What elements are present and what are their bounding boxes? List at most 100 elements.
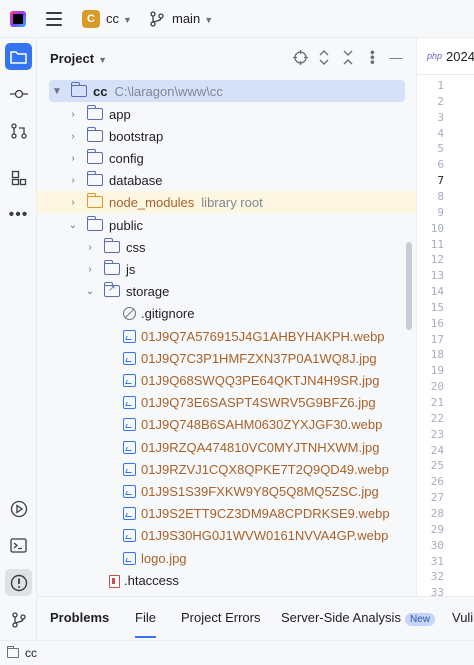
git-tool-button[interactable] — [5, 606, 32, 633]
chevron-right-icon[interactable]: › — [67, 153, 79, 164]
project-switcher[interactable]: cc ▼ — [106, 11, 132, 26]
folder-icon — [70, 82, 87, 97]
chevron-right-icon[interactable]: › — [84, 264, 96, 275]
list-item[interactable]: 01J9Q7A576915J4G1AHBYHAKPH.webp — [37, 325, 407, 347]
image-file-icon — [123, 506, 136, 520]
tree-label: 01J9S30HG0J1WVW0161NVVA4GP.webp — [141, 527, 389, 543]
editor-area: php 2024 1 2 3 4 5 6 7 8 9 10 11 12 13 14 15 16 17 18 19 20… — [416, 38, 474, 631]
tab-file[interactable]: File — [135, 610, 156, 638]
folder-icon — [86, 127, 103, 142]
tree-row-css[interactable]: › css — [37, 236, 407, 258]
tree-row-node-modules[interactable]: › node_modules library root — [37, 191, 416, 213]
chevron-right-icon[interactable]: › — [67, 131, 79, 142]
more-tools-button[interactable]: ••• — [5, 201, 32, 228]
structure-tool-button[interactable] — [5, 164, 32, 191]
tree-row-root[interactable]: ▼ cc C:\laragon\www\cc — [49, 80, 405, 102]
line-number: 17 — [430, 332, 444, 346]
list-item[interactable]: 01J9RZQA474810VC0MYJTNHXWM.jpg — [37, 436, 407, 458]
symlink-folder-icon — [103, 282, 120, 297]
line-number: 12 — [430, 253, 444, 267]
commit-tool-button[interactable] — [5, 80, 32, 107]
services-tool-button[interactable] — [5, 495, 32, 522]
project-name: cc — [106, 11, 119, 26]
expand-all-icon — [319, 49, 329, 65]
structure-icon — [11, 170, 26, 185]
phpstorm-logo-icon[interactable] — [10, 11, 26, 27]
tree-row-config[interactable]: › config — [37, 147, 407, 169]
collapse-all-button[interactable] — [340, 49, 356, 65]
project-tool-button[interactable] — [5, 43, 32, 70]
list-item[interactable]: 01J9RZVJ1CQX8QPKE7T2Q9QD49.webp — [37, 458, 407, 480]
tab-project-errors[interactable]: Project Errors — [181, 610, 260, 625]
image-file-icon — [123, 440, 136, 454]
tree-label: js — [126, 261, 136, 277]
project-badge[interactable]: C — [82, 10, 100, 28]
line-number: 5 — [437, 142, 444, 156]
tab-server-side-analysis[interactable]: Server-Side Analysis New — [281, 610, 435, 626]
tree-label: database — [109, 172, 163, 188]
editor-tab[interactable]: php 2024 — [417, 38, 474, 75]
project-tree-scrollbar[interactable] — [406, 242, 412, 330]
line-number: 19 — [430, 364, 444, 378]
tree-row-public[interactable]: ⌄ public — [37, 214, 407, 236]
list-item[interactable]: 01J9S30HG0J1WVW0161NVVA4GP.webp — [37, 524, 407, 546]
options-button[interactable]: ••• — [365, 49, 381, 65]
main-menu-icon[interactable] — [46, 12, 62, 26]
image-file-icon — [123, 395, 136, 409]
tree-row-gitignore[interactable]: .gitignore — [37, 302, 407, 324]
chevron-right-icon[interactable]: › — [67, 175, 79, 186]
image-file-icon — [123, 484, 136, 498]
image-file-icon — [123, 351, 136, 365]
crosshair-icon — [292, 49, 308, 65]
chevron-down-icon[interactable]: ⌄ — [84, 286, 96, 297]
breadcrumb[interactable]: cc — [25, 646, 37, 660]
image-file-icon — [123, 528, 136, 542]
list-item[interactable]: 01J9Q73E6SASPT4SWRV5G9BFZ6.jpg — [37, 391, 407, 413]
tree-row-app[interactable]: › app — [37, 103, 407, 125]
chevron-right-icon[interactable]: › — [84, 242, 96, 253]
branch-switcher[interactable]: main ▼ — [172, 11, 213, 26]
list-item[interactable]: 01J9Q68SWQQ3PE64QKTJN4H9SR.jpg — [37, 369, 407, 391]
tree-row-js[interactable]: › js — [37, 258, 407, 280]
tree-row-database[interactable]: › database — [37, 169, 407, 191]
pull-requests-tool-button[interactable] — [5, 117, 32, 144]
tree-label: public — [109, 217, 143, 233]
line-number: 6 — [437, 158, 444, 172]
terminal-tool-button[interactable] — [5, 532, 32, 559]
line-number: 18 — [430, 348, 444, 362]
minimize-icon: — — [389, 49, 403, 65]
problems-tool-button[interactable] — [5, 569, 32, 596]
tree-row-bootstrap[interactable]: › bootstrap — [37, 125, 407, 147]
collapse-all-icon — [343, 50, 353, 64]
tree-path: C:\laragon\www\cc — [114, 83, 223, 99]
tree-label: config — [109, 150, 144, 166]
chevron-down-icon: ▼ — [123, 15, 132, 25]
expand-all-button[interactable] — [316, 49, 332, 65]
line-number: 15 — [430, 300, 444, 314]
chevron-right-icon[interactable]: › — [67, 109, 79, 120]
locate-file-button[interactable] — [292, 49, 308, 65]
list-item[interactable]: 01J9S1S39FXKW9Y8Q5Q8MQ5ZSC.jpg — [37, 480, 407, 502]
project-tool-window: Project ▼ ••• — ▼ cc C:\laragon\www\cc › … — [37, 38, 416, 596]
list-item[interactable]: 01J9Q7C3P1HMFZXN37P0A1WQ8J.jpg — [37, 347, 407, 369]
project-view-selector[interactable]: Project ▼ — [50, 51, 107, 66]
tab-vulnerabilities[interactable]: Vuli — [452, 610, 473, 625]
chevron-down-icon[interactable]: ⌄ — [67, 220, 79, 231]
excluded-folder-icon — [86, 193, 103, 208]
line-number: 23 — [430, 427, 444, 441]
list-item[interactable]: 01J9S2ETT9CZ3DM9A8CPDRKSE9.webp — [37, 502, 407, 524]
list-item[interactable]: logo.jpg — [37, 547, 407, 569]
tree-label: 01J9S2ETT9CZ3DM9A8CPDRKSE9.webp — [141, 505, 390, 521]
htaccess-file-icon — [107, 574, 120, 588]
title-bar: C cc ▼ main ▼ — [0, 0, 474, 38]
line-number: 3 — [437, 110, 444, 124]
chevron-down-icon[interactable]: ▼ — [51, 86, 63, 97]
git-branch-icon[interactable] — [150, 11, 164, 27]
tree-row-htaccess[interactable]: .htaccess — [37, 569, 407, 591]
tree-label: bootstrap — [109, 128, 164, 144]
chevron-right-icon[interactable]: › — [67, 197, 79, 208]
tree-row-storage[interactable]: ⌄ storage — [37, 280, 407, 302]
hide-panel-button[interactable]: — — [388, 49, 404, 65]
tree-label: .htaccess — [124, 572, 179, 588]
list-item[interactable]: 01J9Q748B6SAHM0630ZYXJGF30.webp — [37, 413, 407, 435]
